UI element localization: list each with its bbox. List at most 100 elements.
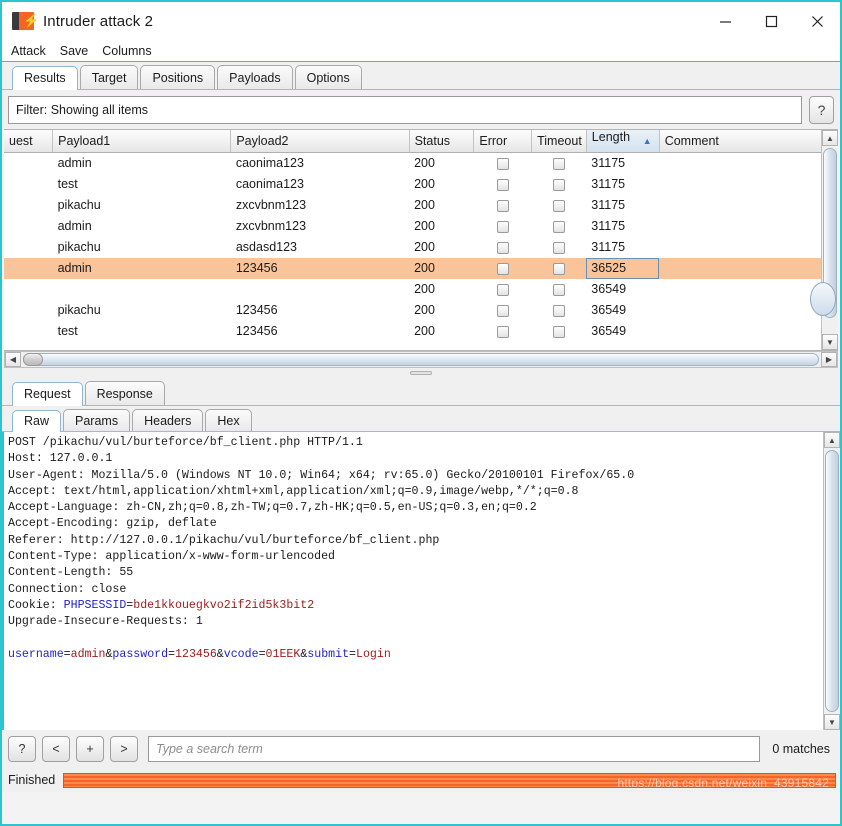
timeout-checkbox[interactable] <box>552 157 565 170</box>
error-checkbox[interactable] <box>496 262 509 275</box>
error-checkbox[interactable] <box>496 304 509 317</box>
timeout-checkbox[interactable] <box>552 325 565 338</box>
request-raw-text[interactable]: POST /pikachu/vul/burteforce/bf_client.p… <box>4 432 840 663</box>
column-header-request[interactable]: uest <box>4 130 54 153</box>
error-checkbox[interactable] <box>496 157 509 170</box>
cell-payload2: caonima123 <box>235 177 304 191</box>
table-row[interactable]: admin zxcvbnm123 200 31175 <box>4 216 838 237</box>
error-checkbox[interactable] <box>496 178 509 191</box>
request-scroll-down-icon[interactable]: ▼ <box>824 714 840 730</box>
close-icon[interactable] <box>794 2 840 40</box>
filter-text[interactable]: Filter: Showing all items <box>8 96 802 124</box>
panel-splitter[interactable] <box>2 368 840 378</box>
tab-hex[interactable]: Hex <box>205 409 252 431</box>
scroll-up-icon[interactable]: ▲ <box>822 130 838 146</box>
column-header-comment[interactable]: Comment <box>659 130 838 153</box>
cell-length: 36549 <box>591 303 627 317</box>
error-checkbox[interactable] <box>496 220 509 233</box>
table-row[interactable]: pikachu asdasd123 200 31175 <box>4 237 838 258</box>
menu-item-attack[interactable]: Attack <box>11 44 46 58</box>
request-vertical-scrollbar[interactable]: ▲ ▼ <box>823 432 840 730</box>
cell-payload2: zxcvbnm123 <box>235 219 307 233</box>
sort-ascending-icon: ▲ <box>642 136 652 146</box>
menu-bar: Attack Save Columns <box>2 40 840 62</box>
column-header-status[interactable]: Status <box>409 130 475 153</box>
column-header-length-label: Length <box>591 130 631 144</box>
table-row[interactable]: pikachu zxcvbnm123 200 31175 <box>4 195 838 216</box>
cell-error <box>474 216 532 237</box>
timeout-checkbox[interactable] <box>552 304 565 317</box>
tab-positions[interactable]: Positions <box>140 65 216 89</box>
tab-payloads[interactable]: Payloads <box>217 65 293 89</box>
timeout-checkbox[interactable] <box>552 241 565 254</box>
maximize-icon[interactable] <box>748 2 794 40</box>
scroll-left-icon[interactable]: ◀ <box>5 352 21 367</box>
error-checkbox[interactable] <box>496 325 509 338</box>
tab-response[interactable]: Response <box>84 381 165 405</box>
table-row[interactable]: admin caonima123 200 31175 <box>4 153 838 174</box>
scroll-down-icon[interactable]: ▼ <box>822 334 838 350</box>
search-input[interactable]: Type a search term <box>148 736 761 762</box>
results-table-body: admin caonima123 200 31175 test caonima123 200… <box>4 153 838 342</box>
filter-bar: Filter: Showing all items ? <box>2 90 840 129</box>
error-checkbox[interactable] <box>496 241 509 254</box>
cell-payload1: test <box>57 324 78 338</box>
timeout-checkbox[interactable] <box>552 262 565 275</box>
cell-status: 200 <box>414 303 435 317</box>
cell-request <box>4 321 53 342</box>
table-row[interactable]: pikachu 123456 200 36549 <box>4 300 838 321</box>
results-horizontal-scrollbar[interactable]: ◀ ▶ <box>4 351 838 368</box>
search-help-button[interactable]: ? <box>8 736 36 762</box>
horizontal-scroll-thumb-start[interactable] <box>23 353 43 366</box>
cell-payload2: 123456 <box>230 257 410 279</box>
error-checkbox[interactable] <box>496 199 509 212</box>
table-row[interactable]: 200 36549 <box>4 279 838 300</box>
menu-item-columns[interactable]: Columns <box>102 44 151 58</box>
table-header-row: uest Payload1 Payload2 Status Error Time… <box>4 130 838 153</box>
match-count-label: 0 matches <box>772 742 830 756</box>
search-previous-button[interactable]: < <box>42 736 70 762</box>
timeout-checkbox[interactable] <box>552 178 565 191</box>
cell-timeout <box>532 321 587 342</box>
cell-timeout <box>532 279 587 300</box>
cell-length: 36525 <box>586 257 660 279</box>
view-tab-bar: Raw Params Headers Hex <box>2 406 840 432</box>
tab-request[interactable]: Request <box>12 382 83 406</box>
menu-item-save[interactable]: Save <box>60 44 89 58</box>
timeout-checkbox[interactable] <box>552 199 565 212</box>
tab-params[interactable]: Params <box>63 409 131 431</box>
cell-payload1: admin <box>57 219 92 233</box>
tab-results[interactable]: Results <box>12 66 78 90</box>
splitter-grip[interactable] <box>410 371 432 375</box>
column-header-error[interactable]: Error <box>473 130 533 153</box>
filter-help-button[interactable]: ? <box>809 96 834 124</box>
cell-payload1: pikachu <box>57 240 101 254</box>
tab-target[interactable]: Target <box>79 65 139 89</box>
cell-timeout <box>531 257 587 279</box>
cell-request <box>4 300 53 321</box>
tab-options[interactable]: Options <box>294 65 362 89</box>
table-row[interactable]: test 123456 200 36549 <box>4 321 838 342</box>
timeout-checkbox[interactable] <box>552 220 565 233</box>
table-row[interactable]: test caonima123 200 31175 <box>4 174 838 195</box>
tab-raw[interactable]: Raw <box>12 410 62 432</box>
request-body-line: username=admin&password=123456&vcode=01E… <box>8 647 391 661</box>
column-header-payload1[interactable]: Payload1 <box>52 130 232 153</box>
timeout-checkbox[interactable] <box>552 283 565 296</box>
search-next-button[interactable]: > <box>110 736 138 762</box>
request-scroll-up-icon[interactable]: ▲ <box>824 432 840 448</box>
cell-length: 31175 <box>591 240 626 254</box>
tab-headers[interactable]: Headers <box>132 409 204 431</box>
search-add-button[interactable]: + <box>76 736 104 762</box>
results-vertical-scrollbar[interactable]: ▲ ▼ <box>821 130 838 350</box>
column-header-timeout[interactable]: Timeout <box>531 130 587 153</box>
minimize-icon[interactable] <box>702 2 748 40</box>
error-checkbox[interactable] <box>496 283 509 296</box>
horizontal-scroll-thumb[interactable] <box>23 353 819 366</box>
column-header-payload2[interactable]: Payload2 <box>230 130 410 153</box>
column-header-length[interactable]: ▲ Length <box>586 130 660 153</box>
table-row[interactable]: admin 123456 200 36525 <box>4 257 838 279</box>
scroll-right-icon[interactable]: ▶ <box>821 352 837 367</box>
cell-status: 200 <box>414 219 435 233</box>
request-scroll-thumb[interactable] <box>825 450 839 712</box>
